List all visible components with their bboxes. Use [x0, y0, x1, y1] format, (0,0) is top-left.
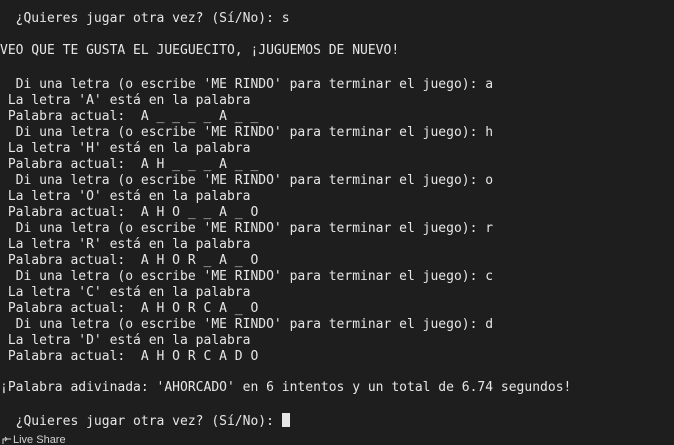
terminal-line: Di una letra (o escribe 'ME RINDO' para …	[0, 125, 494, 140]
terminal-prompt: ¿Quieres jugar otra vez? (Sí/No):	[0, 414, 282, 429]
terminal-line: La letra 'A' está en la palabra	[0, 93, 251, 108]
terminal-line: ¡Palabra adivinada: 'AHORCADO' en 6 inte…	[0, 380, 572, 395]
terminal-line: La letra 'C' está en la palabra	[0, 285, 251, 300]
terminal-line: ¿Quieres jugar otra vez? (Sí/No): s	[0, 11, 290, 26]
terminal-line: La letra 'D' está en la palabra	[0, 333, 251, 348]
terminal-prompt-line[interactable]: ¿Quieres jugar otra vez? (Sí/No):	[0, 413, 290, 429]
terminal-line: Palabra actual: A _ _ _ _ A _ _	[0, 109, 259, 124]
terminal-line: La letra 'R' está en la palabra	[0, 237, 251, 252]
live-share-button[interactable]: Live Share	[13, 434, 66, 445]
terminal-line: La letra 'O' está en la palabra	[0, 189, 251, 204]
terminal-line: Di una letra (o escribe 'ME RINDO' para …	[0, 173, 494, 188]
terminal-line: VEO QUE TE GUSTA EL JUEGUECITO, ¡JUGUEMO…	[0, 43, 400, 58]
terminal-line: Di una letra (o escribe 'ME RINDO' para …	[0, 317, 494, 332]
live-share-icon[interactable]	[2, 434, 12, 445]
terminal-line: Palabra actual: A H O R _ A _ O	[0, 253, 259, 268]
terminal-line: Palabra actual: A H O _ _ A _ O	[0, 205, 259, 220]
terminal-line: Palabra actual: A H O R C A D O	[0, 349, 259, 364]
status-bar: Live Share	[0, 434, 674, 445]
terminal-cursor	[281, 413, 290, 427]
terminal-line: Palabra actual: A H _ _ _ A _ _	[0, 157, 259, 172]
terminal-line: Palabra actual: A H O R C A _ O	[0, 301, 259, 316]
terminal-panel[interactable]: ¿Quieres jugar otra vez? (Sí/No): s VEO …	[0, 0, 674, 445]
terminal-line: Di una letra (o escribe 'ME RINDO' para …	[0, 269, 494, 284]
terminal-line: La letra 'H' está en la palabra	[0, 141, 251, 156]
terminal-line: Di una letra (o escribe 'ME RINDO' para …	[0, 221, 494, 236]
terminal-line: Di una letra (o escribe 'ME RINDO' para …	[0, 77, 494, 92]
